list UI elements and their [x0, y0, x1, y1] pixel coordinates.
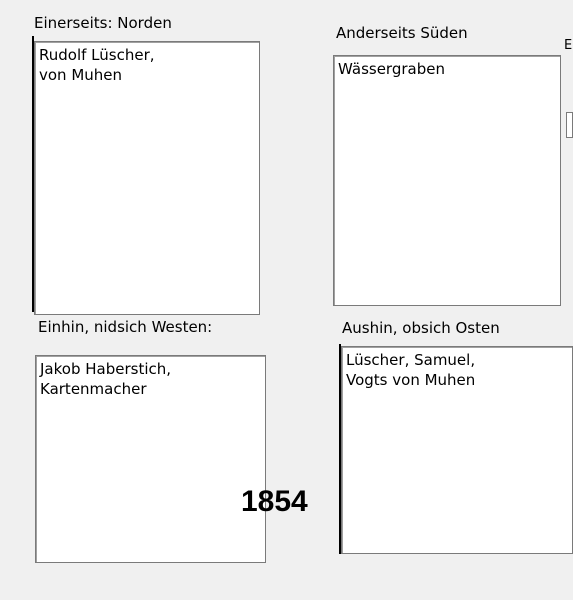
west-textarea[interactable]: Jakob Haberstich, Kartenmacher — [35, 355, 266, 563]
east-textarea[interactable]: Lüscher, Samuel, Vogts von Muhen — [341, 346, 573, 554]
south-label: Anderseits Süden — [336, 24, 468, 42]
east-text: Lüscher, Samuel, Vogts von Muhen — [346, 351, 476, 389]
north-text: Rudolf Lüscher, von Muhen — [39, 46, 155, 84]
clipped-input-field[interactable] — [566, 112, 573, 138]
boundary-form: Einerseits: Norden Rudolf Lüscher, von M… — [0, 0, 573, 600]
east-label: Aushin, obsich Osten — [342, 319, 500, 337]
north-textarea[interactable]: Rudolf Lüscher, von Muhen — [34, 41, 260, 315]
west-text: Jakob Haberstich, Kartenmacher — [40, 360, 172, 398]
west-label: Einhin, nidsich Westen: — [38, 318, 213, 336]
year-label: 1854 — [241, 485, 308, 518]
north-label: Einerseits: Norden — [34, 14, 172, 32]
clipped-label-glyph: E — [564, 38, 573, 53]
south-textarea[interactable]: Wässergraben — [333, 55, 561, 306]
south-text: Wässergraben — [338, 60, 445, 78]
